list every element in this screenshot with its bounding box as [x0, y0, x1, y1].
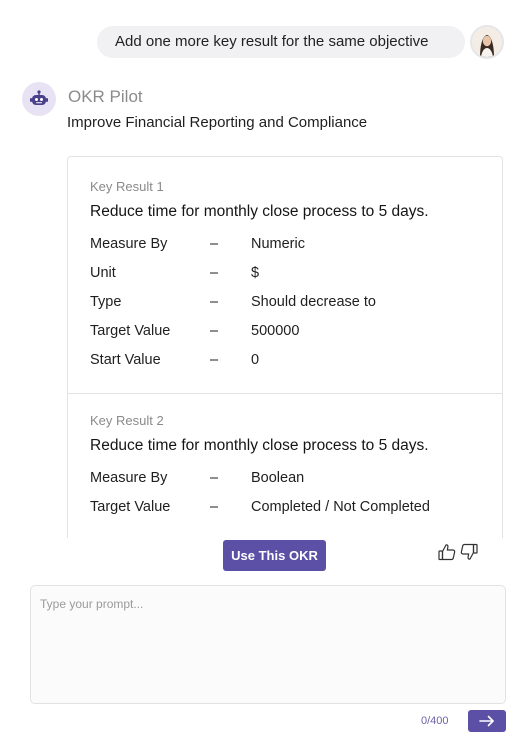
key-result-label: Key Result 1 [90, 179, 164, 194]
user-message-bubble: Add one more key result for the same obj… [97, 26, 465, 58]
bot-avatar [22, 82, 56, 116]
kr-row-measure-by: Measure By – Boolean [90, 463, 502, 492]
kr-row-value: 500000 [251, 322, 300, 339]
kr-row-separator: – [210, 235, 219, 252]
objective-title: Improve Financial Reporting and Complian… [67, 114, 368, 131]
kr-row-separator: – [210, 469, 219, 486]
kr-row-type: Type – Should decrease to [90, 287, 502, 316]
kr-row-key: Target Value [90, 322, 171, 339]
kr-row-start-value: Start Value – 0 [90, 345, 502, 374]
kr-row-key: Measure By [90, 469, 168, 486]
robot-icon [30, 90, 48, 105]
kr-row-value: $ [251, 264, 260, 281]
kr-row-unit: Unit – $ [90, 258, 502, 287]
bot-name: OKR Pilot [68, 87, 143, 106]
key-result-title: Reduce time for monthly close process to… [90, 437, 429, 454]
arrow-right-icon [479, 715, 494, 727]
user-avatar [470, 25, 504, 59]
key-result-title: Reduce time for monthly close process to… [90, 203, 429, 220]
kr-row-separator: – [210, 498, 219, 515]
kr-row-value: Should decrease to [251, 293, 376, 310]
key-result-1: Key Result 1 Reduce time for monthly clo… [68, 157, 502, 394]
key-result-label: Key Result 2 [90, 413, 164, 428]
thumbs-up-icon[interactable] [437, 542, 457, 562]
kr-row-separator: – [210, 322, 219, 339]
kr-row-value: Boolean [251, 469, 305, 486]
kr-row-measure-by: Measure By – Numeric [90, 229, 502, 258]
kr-row-value: Completed / Not Completed [251, 498, 430, 515]
user-avatar-icon [472, 27, 502, 57]
key-results-card: Key Result 1 Reduce time for monthly clo… [67, 156, 503, 538]
use-this-okr-button[interactable]: Use This OKR [223, 540, 326, 571]
kr-row-target-value: Target Value – 500000 [90, 316, 502, 345]
kr-row-key: Unit [90, 264, 116, 281]
thumbs-down-icon[interactable] [459, 542, 479, 562]
key-result-2: Key Result 2 Reduce time for monthly clo… [68, 394, 502, 521]
kr-row-value: 0 [251, 351, 260, 368]
send-button[interactable] [468, 710, 506, 732]
kr-row-value: Numeric [251, 235, 305, 252]
kr-row-key: Type [90, 293, 122, 310]
kr-row-separator: – [210, 264, 219, 281]
kr-row-separator: – [210, 351, 219, 368]
kr-row-key: Measure By [90, 235, 168, 252]
character-counter: 0/400 [421, 715, 449, 727]
kr-row-key: Target Value [90, 498, 171, 515]
kr-row-key: Start Value [90, 351, 161, 368]
kr-row-target-value: Target Value – Completed / Not Completed [90, 492, 502, 521]
prompt-input[interactable] [30, 585, 506, 704]
kr-row-separator: – [210, 293, 219, 310]
feedback-buttons [437, 542, 479, 562]
